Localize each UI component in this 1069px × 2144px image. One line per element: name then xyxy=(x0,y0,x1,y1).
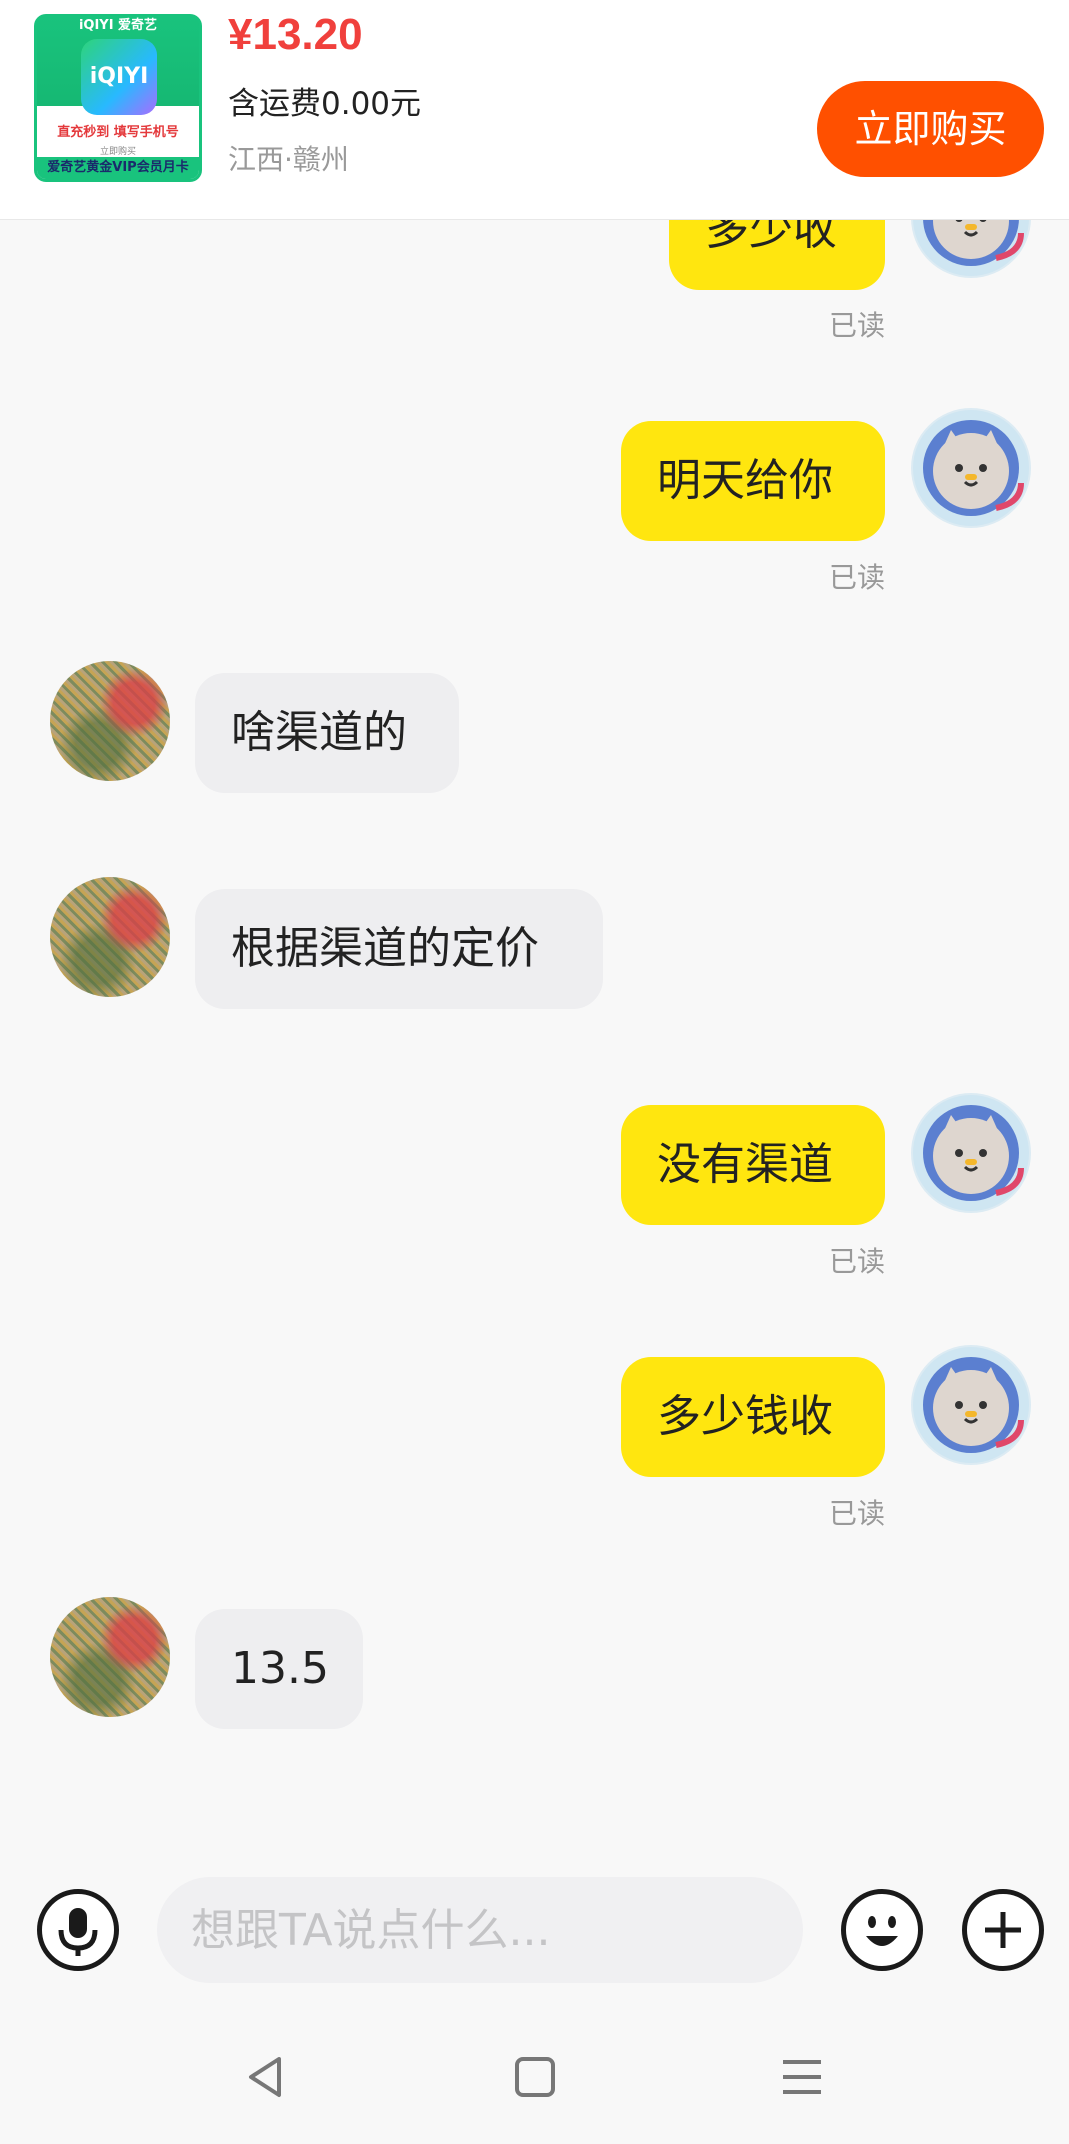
back-icon[interactable] xyxy=(243,2054,289,2100)
message-bubble[interactable]: 明天给你 xyxy=(621,421,885,541)
other-avatar[interactable] xyxy=(50,877,170,997)
message-text: 啥渠道的 xyxy=(231,707,407,758)
read-receipt: 已读 xyxy=(828,1245,885,1278)
menu-icon[interactable] xyxy=(779,2054,825,2100)
message-text: 根据渠道的定价 xyxy=(231,923,539,974)
thumbnail-subtext: 立即购买 xyxy=(99,147,136,157)
message-bubble[interactable]: 13.5 xyxy=(195,1609,363,1729)
thumbnail-tagline: 直充秒到 填写手机号 xyxy=(57,125,179,140)
my-avatar[interactable] xyxy=(911,1345,1031,1465)
buy-now-button[interactable]: 立即购买 xyxy=(817,81,1044,177)
message-text: 13.5 xyxy=(231,1643,329,1694)
message-list[interactable]: 多少收 已读 明天给你 已读 啥渠道的 根据渠道的定价 没有渠道 已读 多少钱收… xyxy=(0,0,1069,1850)
product-price: ¥13.20 xyxy=(228,10,363,59)
read-receipt: 已读 xyxy=(828,561,885,594)
read-receipt: 已读 xyxy=(828,309,885,342)
thumbnail-brand: iQIYI 爱奇艺 xyxy=(78,18,158,33)
message-bubble[interactable]: 没有渠道 xyxy=(621,1105,885,1225)
message-bubble[interactable]: 啥渠道的 xyxy=(195,673,459,793)
other-avatar[interactable] xyxy=(50,1597,170,1717)
other-avatar[interactable] xyxy=(50,661,170,781)
seller-location: 江西·赣州 xyxy=(228,143,349,176)
message-text: 明天给你 xyxy=(657,455,833,506)
message-text: 多少钱收 xyxy=(657,1391,833,1442)
read-receipt: 已读 xyxy=(828,1497,885,1530)
message-bubble[interactable]: 根据渠道的定价 xyxy=(195,889,603,1009)
shipping-fee: 含运费0.00元 xyxy=(228,86,422,122)
message-input[interactable] xyxy=(157,1877,803,1983)
my-avatar[interactable] xyxy=(911,1093,1031,1213)
thumbnail-product-name: 爱奇艺黄金VIP会员月卡 xyxy=(37,157,199,179)
message-text: 没有渠道 xyxy=(657,1139,833,1190)
product-thumbnail[interactable]: iQIYI 爱奇艺 iQIYI 直充秒到 填写手机号 立即购买 爱奇艺黄金VIP… xyxy=(34,14,202,182)
product-header[interactable]: iQIYI 爱奇艺 iQIYI 直充秒到 填写手机号 立即购买 爱奇艺黄金VIP… xyxy=(0,0,1069,220)
home-icon[interactable] xyxy=(512,2054,558,2100)
message-input-bar xyxy=(0,1850,1069,2010)
my-avatar[interactable] xyxy=(911,408,1031,528)
chat-page: 多少收 已读 明天给你 已读 啥渠道的 根据渠道的定价 没有渠道 已读 多少钱收… xyxy=(0,0,1069,2144)
plus-icon[interactable] xyxy=(962,1889,1044,1971)
microphone-icon[interactable] xyxy=(37,1889,119,1971)
message-bubble[interactable]: 多少钱收 xyxy=(621,1357,885,1477)
iqiyi-logo-icon: iQIYI xyxy=(81,39,157,115)
emoji-icon[interactable] xyxy=(841,1889,923,1971)
system-nav-bar xyxy=(0,2010,1069,2144)
